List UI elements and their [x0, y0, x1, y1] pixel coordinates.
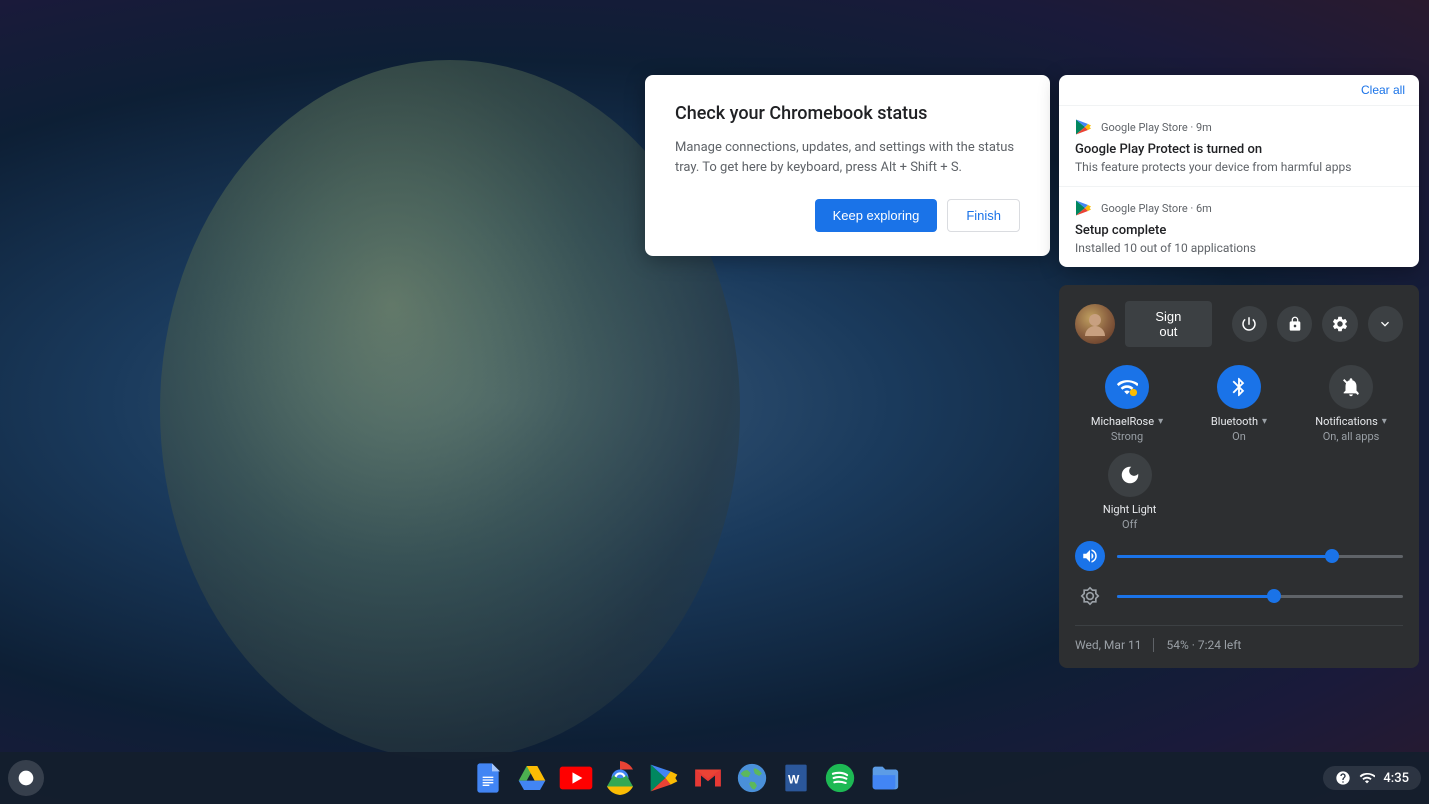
qs-top-row: Sign out — [1075, 301, 1403, 347]
volume-slider-row — [1075, 541, 1403, 571]
help-icon — [1335, 770, 1351, 786]
notifications-icon-container — [1329, 365, 1373, 409]
qs-battery: 54% · 7:24 left — [1153, 638, 1241, 652]
notification-item-2[interactable]: Google Play Store · 6m Setup complete In… — [1059, 186, 1419, 267]
taskbar-sys-tray[interactable]: 4:35 — [1323, 766, 1421, 790]
settings-icon — [1331, 315, 1349, 333]
volume-track[interactable] — [1117, 555, 1403, 558]
night-light-icon-container — [1108, 453, 1152, 497]
avatar[interactable] — [1075, 304, 1115, 344]
notif-title-2: Setup complete — [1075, 223, 1403, 238]
qs-controls-grid: MichaelRose ▾ Strong Bluetooth ▾ — [1075, 365, 1403, 443]
lock-icon — [1287, 316, 1303, 332]
wifi-status-icon — [1359, 770, 1375, 786]
power-button[interactable] — [1232, 306, 1267, 342]
bluetooth-icon-container — [1217, 365, 1261, 409]
launcher-button[interactable] — [8, 760, 44, 796]
notif-title-1: Google Play Protect is turned on — [1075, 142, 1403, 157]
taskbar: W — [0, 752, 1429, 804]
qs-row-single: Night Light Off — [1075, 453, 1403, 531]
qs-bottom-row: Wed, Mar 11 54% · 7:24 left — [1075, 625, 1403, 652]
youtube-icon — [559, 761, 593, 795]
brightness-slider-row — [1075, 581, 1403, 611]
launcher-icon — [15, 767, 37, 789]
bluetooth-icon — [1228, 376, 1250, 398]
sign-out-button[interactable]: Sign out — [1125, 301, 1212, 347]
status-dialog: Check your Chromebook status Manage conn… — [645, 75, 1050, 256]
notifications-sublabel: On, all apps — [1323, 430, 1380, 443]
night-light-label: Night Light — [1103, 503, 1157, 516]
taskbar-app-drive[interactable] — [512, 758, 552, 798]
wifi-icon — [1116, 376, 1138, 398]
volume-icon[interactable] — [1075, 541, 1105, 571]
notification-header: Clear all — [1059, 75, 1419, 105]
files-icon — [867, 761, 901, 795]
notif-source-label-1: Google Play Store · 9m — [1101, 121, 1212, 134]
finish-button[interactable]: Finish — [947, 199, 1020, 232]
taskbar-app-play[interactable] — [644, 758, 684, 798]
taskbar-right: 4:35 — [1323, 766, 1421, 790]
notif-body-1: This feature protects your device from h… — [1075, 160, 1403, 174]
bluetooth-control[interactable]: Bluetooth ▾ On — [1187, 365, 1291, 443]
dialog-title: Check your Chromebook status — [675, 103, 1020, 124]
notif-body-2: Installed 10 out of 10 applications — [1075, 241, 1403, 255]
dialog-buttons: Keep exploring Finish — [675, 199, 1020, 232]
brightness-track[interactable] — [1117, 595, 1403, 598]
taskbar-app-word[interactable]: W — [776, 758, 816, 798]
volume-speaker-icon — [1081, 547, 1099, 565]
night-light-control[interactable]: Night Light Off — [1075, 453, 1184, 531]
taskbar-app-files[interactable] — [864, 758, 904, 798]
qs-date: Wed, Mar 11 — [1075, 638, 1141, 652]
notif-source-label-2: Google Play Store · 6m — [1101, 202, 1212, 215]
desktop: Check your Chromebook status Manage conn… — [0, 0, 1429, 804]
taskbar-app-docs[interactable] — [468, 758, 508, 798]
taskbar-app-earth[interactable] — [732, 758, 772, 798]
notifications-label-row: Notifications ▾ — [1315, 415, 1387, 428]
play-store-icon — [648, 762, 680, 794]
power-icon — [1240, 315, 1258, 333]
brightness-icon[interactable] — [1075, 581, 1105, 611]
taskbar-apps: W — [48, 758, 1323, 798]
notification-item-1[interactable]: Google Play Store · 9m Google Play Prote… — [1059, 105, 1419, 186]
lock-button[interactable] — [1277, 306, 1312, 342]
bluetooth-label-row: Bluetooth ▾ — [1211, 415, 1267, 428]
notification-panel: Clear all Google Play Store · 9m Google … — [1059, 75, 1419, 267]
notif-source-row-1: Google Play Store · 9m — [1075, 118, 1403, 136]
spotify-icon — [823, 761, 857, 795]
wifi-control[interactable]: MichaelRose ▾ Strong — [1075, 365, 1179, 443]
wifi-sublabel: Strong — [1111, 430, 1143, 443]
night-light-icon — [1119, 464, 1141, 486]
wifi-label-row: MichaelRose ▾ — [1091, 415, 1163, 428]
taskbar-time: 4:35 — [1383, 771, 1409, 786]
google-play-icon-1 — [1075, 118, 1093, 136]
collapse-button[interactable] — [1368, 306, 1403, 342]
chevron-down-icon — [1377, 316, 1393, 332]
google-play-icon-2 — [1075, 199, 1093, 217]
bluetooth-sublabel: On — [1232, 430, 1246, 443]
taskbar-app-youtube[interactable] — [556, 758, 596, 798]
gmail-icon — [691, 761, 725, 795]
earth-icon — [735, 761, 769, 795]
svg-text:W: W — [788, 772, 800, 786]
quick-settings-panel: Sign out — [1059, 285, 1419, 668]
dialog-body: Manage connections, updates, and setting… — [675, 138, 1020, 177]
brightness-icon-svg — [1080, 586, 1100, 606]
night-light-sublabel: Off — [1122, 518, 1137, 531]
keep-exploring-button[interactable]: Keep exploring — [815, 199, 938, 232]
docs-icon — [472, 762, 504, 794]
chrome-icon — [603, 761, 637, 795]
settings-button[interactable] — [1322, 306, 1357, 342]
drive-icon — [516, 762, 548, 794]
taskbar-app-chrome[interactable] — [600, 758, 640, 798]
notif-source-row-2: Google Play Store · 6m — [1075, 199, 1403, 217]
taskbar-app-spotify[interactable] — [820, 758, 860, 798]
word-icon: W — [780, 762, 812, 794]
clear-all-button[interactable]: Clear all — [1361, 83, 1405, 97]
notifications-control[interactable]: Notifications ▾ On, all apps — [1299, 365, 1403, 443]
taskbar-app-gmail[interactable] — [688, 758, 728, 798]
notifications-icon — [1340, 376, 1362, 398]
wifi-icon-container — [1105, 365, 1149, 409]
